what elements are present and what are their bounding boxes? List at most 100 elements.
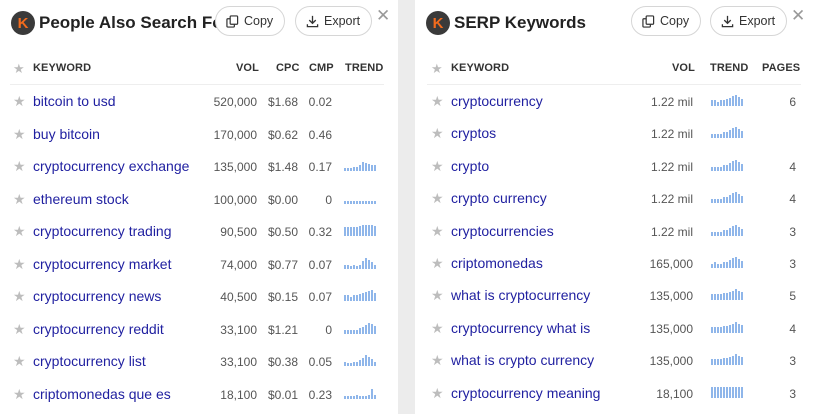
star-icon[interactable]: ★ bbox=[431, 159, 444, 173]
trend-bar bbox=[356, 265, 358, 269]
cpc-value: $1.21 bbox=[267, 322, 298, 337]
trend-bar bbox=[374, 362, 376, 366]
trend-bar bbox=[729, 357, 731, 366]
star-icon[interactable]: ★ bbox=[13, 289, 26, 303]
download-icon bbox=[306, 15, 319, 27]
trend-sparkline bbox=[344, 290, 376, 301]
trend-sparkline bbox=[711, 321, 743, 333]
copy-button[interactable]: Copy bbox=[631, 6, 702, 36]
trend-bar bbox=[350, 363, 352, 366]
star-icon[interactable]: ★ bbox=[431, 386, 444, 400]
trend-bar bbox=[347, 395, 349, 399]
keyword-link[interactable]: cryptocurrency news bbox=[33, 288, 161, 304]
keyword-link[interactable]: what is crypto currency bbox=[451, 352, 594, 368]
vol-value: 520,000 bbox=[213, 95, 257, 109]
trend-bar bbox=[726, 325, 728, 333]
keyword-link[interactable]: cryptocurrencies bbox=[451, 223, 554, 239]
star-icon[interactable]: ★ bbox=[431, 321, 444, 335]
col-header-vol: VOL bbox=[672, 62, 695, 74]
keywords-everywhere-logo: K bbox=[11, 11, 35, 35]
keyword-link[interactable]: buy bitcoin bbox=[33, 126, 100, 142]
keyword-link[interactable]: cryptocurrency trading bbox=[33, 223, 172, 239]
star-icon[interactable]: ★ bbox=[431, 191, 444, 205]
keyword-link[interactable]: bitcoin to usd bbox=[33, 93, 116, 109]
star-icon[interactable]: ★ bbox=[431, 256, 444, 270]
trend-bar bbox=[353, 264, 355, 269]
trend-bar bbox=[726, 132, 728, 139]
trend-bar bbox=[368, 357, 370, 366]
trend-bar bbox=[726, 164, 728, 171]
star-icon[interactable]: ★ bbox=[13, 127, 26, 141]
trend-bar bbox=[371, 261, 373, 269]
vol-value: 135,000 bbox=[649, 354, 693, 369]
star-icon[interactable]: ★ bbox=[431, 288, 444, 302]
trend-bar bbox=[368, 225, 370, 236]
trend-bar bbox=[350, 297, 352, 301]
trend-bar bbox=[356, 362, 358, 366]
col-header-keyword: KEYWORD bbox=[451, 62, 510, 74]
export-label: Export bbox=[739, 14, 776, 28]
trend-bar bbox=[365, 395, 367, 399]
trend-bar bbox=[741, 357, 743, 366]
star-icon[interactable]: ★ bbox=[13, 159, 26, 173]
keyword-link[interactable]: cryptocurrency meaning bbox=[451, 385, 600, 401]
trend-bar bbox=[374, 165, 376, 171]
trend-bar bbox=[714, 359, 716, 366]
close-icon[interactable]: ✕ bbox=[791, 6, 805, 26]
keyword-link[interactable]: criptomonedas bbox=[451, 255, 543, 271]
keyword-link[interactable]: cryptocurrency market bbox=[33, 256, 171, 272]
copy-button[interactable]: Copy bbox=[215, 6, 286, 36]
trend-bar bbox=[344, 227, 346, 236]
keyword-link[interactable]: crypto currency bbox=[451, 190, 547, 206]
cpc-value: $0.77 bbox=[267, 257, 298, 272]
keyword-link[interactable]: cryptocurrency what is bbox=[451, 320, 590, 336]
keyword-link[interactable]: cryptos bbox=[451, 125, 496, 141]
star-icon[interactable]: ★ bbox=[431, 94, 444, 108]
trend-bar bbox=[362, 260, 364, 269]
export-button[interactable]: Export bbox=[295, 6, 373, 36]
copy-icon bbox=[226, 14, 239, 28]
keyword-link[interactable]: cryptocurrency reddit bbox=[33, 321, 164, 337]
trend-bar bbox=[732, 356, 734, 366]
trend-bar bbox=[359, 165, 361, 171]
trend-sparkline bbox=[711, 386, 743, 398]
cmp-value: 0.07 bbox=[308, 290, 332, 304]
trend-bar bbox=[717, 264, 719, 268]
trend-bar bbox=[365, 200, 367, 204]
copy-icon bbox=[642, 14, 655, 28]
trend-bar bbox=[738, 97, 740, 106]
keyword-link[interactable]: criptomonedas que es bbox=[33, 386, 171, 402]
keyword-link[interactable]: what is cryptocurrency bbox=[451, 287, 590, 303]
keyword-link[interactable]: cryptocurrency bbox=[451, 93, 543, 109]
trend-bar bbox=[368, 394, 370, 399]
trend-bar bbox=[732, 258, 734, 268]
trend-bar bbox=[371, 388, 373, 399]
trend-bar bbox=[368, 291, 370, 301]
trend-bar bbox=[374, 394, 376, 399]
trend-bar bbox=[374, 264, 376, 269]
keyword-link[interactable]: crypto bbox=[451, 158, 489, 174]
keyword-link[interactable]: ethereum stock bbox=[33, 191, 129, 207]
star-icon[interactable]: ★ bbox=[431, 126, 444, 140]
star-icon[interactable]: ★ bbox=[13, 192, 26, 206]
vol-value: 165,000 bbox=[649, 257, 693, 271]
star-icon[interactable]: ★ bbox=[13, 224, 26, 238]
star-icon[interactable]: ★ bbox=[431, 224, 444, 238]
keyword-link[interactable]: cryptocurrency list bbox=[33, 353, 146, 369]
trend-bar bbox=[720, 264, 722, 268]
trend-bar bbox=[353, 295, 355, 301]
pages-value: 3 bbox=[789, 224, 796, 239]
star-icon[interactable]: ★ bbox=[13, 322, 26, 336]
trend-bar bbox=[732, 291, 734, 301]
star-icon[interactable]: ★ bbox=[431, 353, 444, 367]
star-icon[interactable]: ★ bbox=[13, 94, 26, 108]
export-button[interactable]: Export bbox=[710, 6, 788, 36]
star-icon[interactable]: ★ bbox=[13, 387, 26, 401]
vol-value: 1.22 mil bbox=[650, 95, 693, 109]
keyword-link[interactable]: cryptocurrency exchange bbox=[33, 158, 189, 174]
star-icon[interactable]: ★ bbox=[13, 257, 26, 271]
star-icon[interactable]: ★ bbox=[13, 354, 26, 368]
trend-bar bbox=[738, 291, 740, 301]
close-icon[interactable]: ✕ bbox=[376, 6, 390, 26]
trend-bar bbox=[723, 293, 725, 301]
